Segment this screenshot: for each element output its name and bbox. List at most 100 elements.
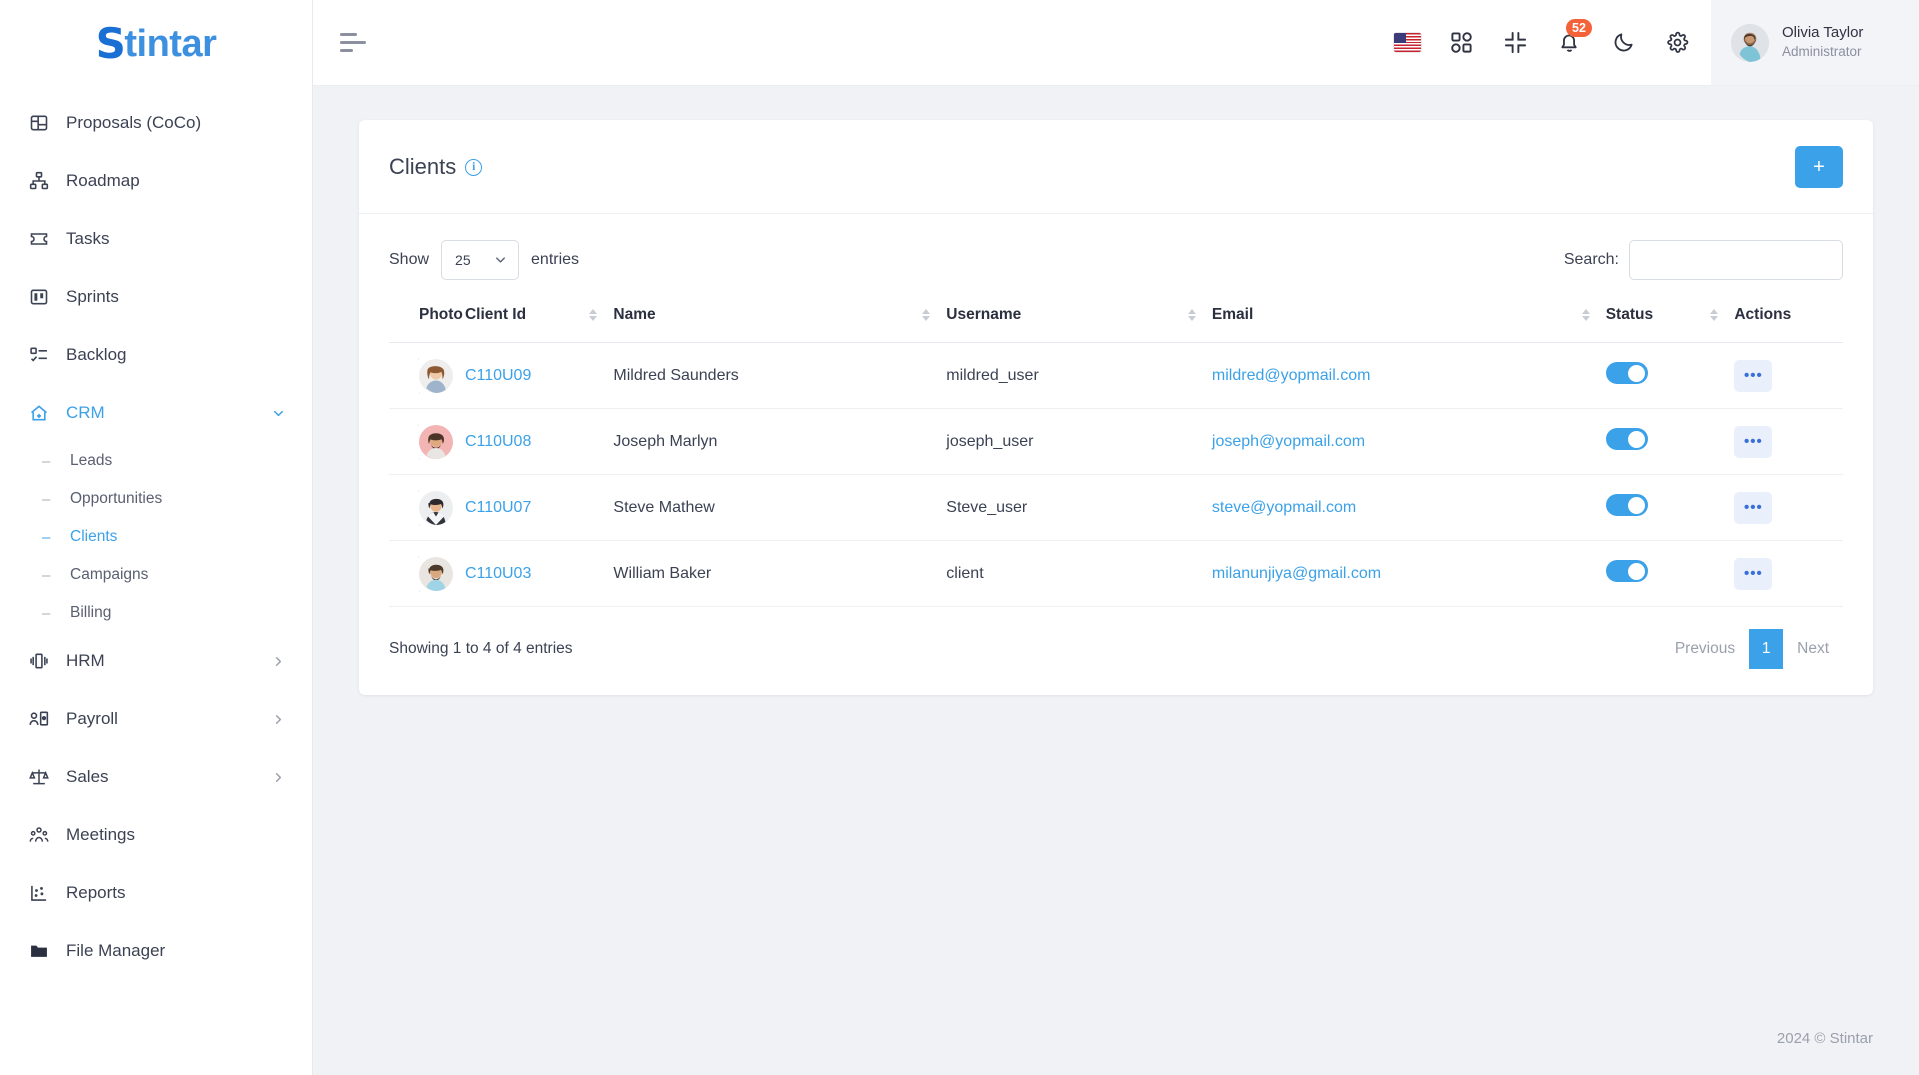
user-profile-menu[interactable]: Olivia Taylor Administrator (1711, 0, 1919, 85)
client-avatar (419, 490, 465, 525)
column-header-name[interactable]: Name (613, 292, 947, 343)
table-row: C110U03 William Baker client milanunjiya… (389, 540, 1843, 607)
apps-grid-button[interactable] (1437, 19, 1485, 67)
client-id-link[interactable]: C110U03 (465, 565, 531, 582)
email-link[interactable]: milanunjiya@gmail.com (1212, 565, 1381, 582)
sidebar-subitem-label: Billing (70, 604, 112, 621)
meetings-icon (28, 824, 50, 846)
table-row: C110U09 Mildred Saunders mildred_user mi… (389, 342, 1843, 409)
notifications-button[interactable]: 52 (1545, 18, 1593, 67)
column-header-status[interactable]: Status (1605, 292, 1735, 343)
row-actions-button[interactable]: ••• (1734, 359, 1773, 392)
status-toggle[interactable] (1605, 428, 1648, 450)
main-area: 52 Olivia Taylor Administrator Clients i… (313, 0, 1919, 1075)
email-link[interactable]: steve@yopmail.com (1212, 499, 1356, 516)
sidebar-item-roadmap[interactable]: Roadmap (0, 152, 312, 210)
sidebar-item-crm[interactable]: CRM (0, 384, 312, 442)
client-id-link[interactable]: C110U07 (465, 499, 531, 516)
status-toggle[interactable] (1605, 362, 1648, 384)
page-title: Clients i (389, 154, 483, 180)
sidebar-item-hrm[interactable]: HRM (0, 632, 312, 690)
sidebar-item-payroll[interactable]: Payroll (0, 690, 312, 748)
column-header-client-id[interactable]: Client Id (464, 292, 614, 343)
sidebar-item-meetings[interactable]: Meetings (0, 806, 312, 864)
page-size-select-wrapper: 102550100 (441, 240, 520, 280)
cell-status (1605, 342, 1735, 409)
row-actions-button[interactable]: ••• (1734, 557, 1773, 590)
email-link[interactable]: mildred@yopmail.com (1212, 367, 1371, 384)
row-actions-button[interactable]: ••• (1734, 425, 1773, 458)
table-header-row: Photo Client Id Name Username Email Stat… (389, 292, 1843, 343)
sidebar-item-sprints[interactable]: Sprints (0, 268, 312, 326)
show-label: Show (389, 251, 430, 268)
page-size-select[interactable]: 102550100 (441, 240, 520, 280)
sidebar-item-proposals[interactable]: Proposals (CoCo) (0, 94, 312, 152)
brand-logo[interactable]: Stintar (0, 0, 312, 88)
dash-marker: – (42, 452, 51, 470)
client-id-link[interactable]: C110U08 (465, 433, 531, 450)
client-id-link[interactable]: C110U09 (465, 367, 531, 384)
table-head: Photo Client Id Name Username Email Stat… (389, 292, 1843, 343)
column-label: Client Id (464, 306, 527, 323)
table-wrapper: Photo Client Id Name Username Email Stat… (359, 292, 1873, 607)
notification-count-badge: 52 (1566, 18, 1592, 37)
pagination-previous[interactable]: Previous (1661, 630, 1749, 668)
email-link[interactable]: joseph@yopmail.com (1212, 433, 1365, 450)
theme-toggle-button[interactable] (1599, 19, 1647, 67)
payroll-icon (28, 708, 50, 730)
sidebar-item-billing[interactable]: – Billing (0, 594, 312, 632)
entries-info: Showing 1 to 4 of 4 entries (389, 640, 573, 657)
hrm-icon (28, 650, 50, 672)
avatar (1731, 23, 1769, 62)
crm-icon (28, 402, 50, 424)
add-client-button[interactable]: + (1795, 146, 1843, 188)
sidebar-item-sales[interactable]: Sales (0, 748, 312, 806)
column-label: Actions (1734, 306, 1792, 323)
sidebar-item-label: File Manager (66, 941, 166, 960)
sidebar-item-campaigns[interactable]: – Campaigns (0, 556, 312, 594)
sidebar-item-opportunities[interactable]: – Opportunities (0, 480, 312, 518)
column-header-email[interactable]: Email (1211, 292, 1606, 343)
clients-table: Photo Client Id Name Username Email Stat… (389, 292, 1843, 607)
sidebar-item-label: Meetings (66, 825, 135, 844)
sidebar-item-file-manager[interactable]: File Manager (0, 922, 312, 980)
sidebar-item-leads[interactable]: – Leads (0, 442, 312, 480)
info-icon[interactable]: i (465, 158, 483, 176)
cell-username: Steve_user (946, 474, 1212, 541)
sidebar-item-tasks[interactable]: Tasks (0, 210, 312, 268)
pagination-next[interactable]: Next (1783, 630, 1843, 668)
cell-photo (389, 474, 465, 541)
folder-icon (28, 940, 50, 962)
search-input[interactable] (1629, 240, 1843, 280)
table-row: C110U08 Joseph Marlyn joseph_user joseph… (389, 408, 1843, 475)
row-actions-button[interactable]: ••• (1734, 491, 1773, 524)
profile-text-block: Olivia Taylor Administrator (1782, 24, 1863, 60)
table-body: C110U09 Mildred Saunders mildred_user mi… (389, 342, 1843, 607)
cell-client-id: C110U03 (464, 540, 614, 607)
sidebar-item-clients[interactable]: – Clients (0, 518, 312, 556)
settings-button[interactable] (1653, 19, 1701, 67)
column-label: Email (1211, 306, 1254, 323)
column-header-username[interactable]: Username (946, 292, 1212, 343)
pagination-page-1[interactable]: 1 (1749, 629, 1784, 669)
sidebar-subitem-label: Campaigns (70, 566, 149, 583)
language-selector-button[interactable] (1383, 19, 1431, 67)
fullscreen-toggle-button[interactable] (1491, 19, 1539, 67)
status-toggle[interactable] (1605, 494, 1648, 516)
cell-client-id: C110U08 (464, 408, 614, 475)
sort-icon (1187, 309, 1196, 321)
entries-label: entries (531, 251, 580, 268)
sidebar-item-backlog[interactable]: Backlog (0, 326, 312, 384)
table-toolbar: Show 102550100 entries Search: (359, 214, 1873, 292)
search-control: Search: (1564, 240, 1843, 280)
sidebar-item-reports[interactable]: Reports (0, 864, 312, 922)
sidebar-item-label: Sprints (66, 287, 119, 306)
sales-icon (28, 766, 50, 788)
apps-grid-icon (1450, 31, 1473, 54)
cell-name: Joseph Marlyn (613, 408, 947, 475)
chevron-right-icon (271, 770, 286, 785)
sidebar-item-label: CRM (66, 403, 105, 422)
cell-actions: ••• (1734, 474, 1843, 541)
status-toggle[interactable] (1605, 560, 1648, 582)
menu-toggle-button[interactable] (313, 0, 393, 85)
